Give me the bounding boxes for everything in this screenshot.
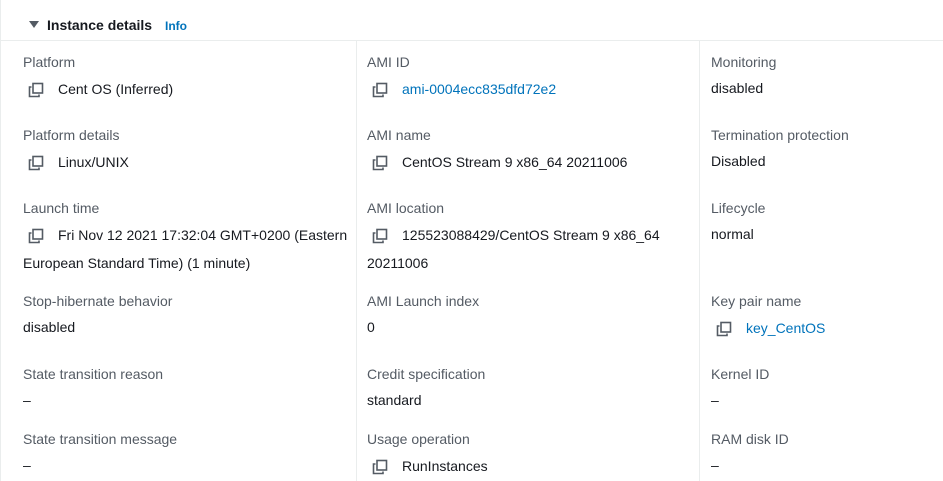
field-label: AMI location — [367, 200, 445, 216]
info-link[interactable]: Info — [165, 19, 187, 33]
field-label: State transition message — [23, 431, 178, 447]
field-value: – — [711, 392, 719, 408]
section-title[interactable]: Instance details — [47, 17, 152, 33]
field-key-pair-name: Key pair name key_CentOS — [711, 292, 825, 342]
field-usage-operation: Usage operation RunInstances — [367, 430, 488, 480]
field-label: AMI Launch index — [367, 293, 480, 309]
field-value: standard — [367, 392, 422, 408]
field-platform: Platform Cent OS (Inferred) — [23, 53, 173, 103]
field-label: Platform details — [23, 127, 120, 143]
panel-left-border — [0, 0, 1, 481]
copy-icon[interactable] — [28, 228, 44, 244]
field-value: 0 — [367, 319, 375, 335]
field-ram-disk-id: RAM disk ID – — [711, 430, 789, 474]
field-label: Stop-hibernate behavior — [23, 293, 173, 309]
copy-icon[interactable] — [28, 155, 44, 171]
copy-icon[interactable] — [28, 82, 44, 98]
field-monitoring: Monitoring disabled — [711, 53, 776, 97]
field-value: – — [711, 457, 719, 473]
copy-icon[interactable] — [716, 321, 732, 337]
field-label: AMI ID — [367, 54, 410, 70]
caret-down-icon[interactable] — [29, 21, 39, 28]
field-value: disabled — [23, 319, 76, 335]
column-divider — [699, 41, 700, 481]
field-label: Monitoring — [711, 54, 777, 70]
field-value: Disabled — [711, 153, 766, 169]
field-lifecycle: Lifecycle normal — [711, 199, 765, 243]
field-value-line2: European Standard Time) (1 minute) — [23, 255, 251, 271]
field-state-transition-reason: State transition reason – — [23, 365, 163, 409]
field-label: Launch time — [23, 200, 100, 216]
ami-id-link[interactable]: ami-0004ecc835dfd72e2 — [402, 75, 556, 103]
copy-icon[interactable] — [372, 459, 388, 475]
field-value: Cent OS (Inferred) — [58, 81, 174, 97]
field-label: Platform — [23, 54, 76, 70]
field-label: Usage operation — [367, 431, 470, 447]
section-header[interactable]: Instance details Info — [0, 0, 943, 41]
field-value-line2: 20211006 — [367, 255, 429, 271]
field-value-line1: Fri Nov 12 2021 17:32:04 GMT+0200 (Easte… — [58, 227, 348, 243]
field-value: – — [23, 457, 31, 473]
field-ami-id: AMI ID ami-0004ecc835dfd72e2 — [367, 53, 556, 103]
copy-icon[interactable] — [372, 228, 388, 244]
field-stop-hibernate: Stop-hibernate behavior disabled — [23, 292, 172, 336]
field-value: normal — [711, 226, 754, 242]
field-label: Kernel ID — [711, 366, 770, 382]
column-divider — [356, 41, 357, 481]
copy-icon[interactable] — [372, 82, 388, 98]
field-termination-protection: Termination protection Disabled — [711, 126, 849, 170]
field-ami-launch-index: AMI Launch index 0 — [367, 292, 479, 336]
field-state-transition-message: State transition message – — [23, 430, 177, 474]
field-platform-details: Platform details Linux/UNIX — [23, 126, 129, 176]
field-value: RunInstances — [402, 458, 488, 474]
field-label: Key pair name — [711, 293, 802, 309]
field-ami-location: AMI location 125523088429/CentOS Stream … — [367, 199, 687, 277]
field-value: CentOS Stream 9 x86_64 20211006 — [402, 154, 628, 170]
field-value: disabled — [711, 80, 764, 96]
field-label: AMI name — [367, 127, 431, 143]
field-label: Credit specification — [367, 366, 486, 382]
field-value: – — [23, 392, 31, 408]
field-label: RAM disk ID — [711, 431, 789, 447]
field-launch-time: Launch time Fri Nov 12 2021 17:32:04 GMT… — [23, 199, 353, 277]
field-label: State transition reason — [23, 366, 164, 382]
field-label: Termination protection — [711, 127, 849, 143]
field-credit-specification: Credit specification standard — [367, 365, 485, 409]
field-value-line1: 125523088429/CentOS Stream 9 x86_64 — [402, 227, 660, 243]
field-value: Linux/UNIX — [58, 154, 129, 170]
field-kernel-id: Kernel ID – — [711, 365, 769, 409]
key-pair-link[interactable]: key_CentOS — [746, 314, 825, 342]
field-label: Lifecycle — [711, 200, 766, 216]
field-ami-name: AMI name CentOS Stream 9 x86_64 20211006 — [367, 126, 627, 176]
copy-icon[interactable] — [372, 155, 388, 171]
